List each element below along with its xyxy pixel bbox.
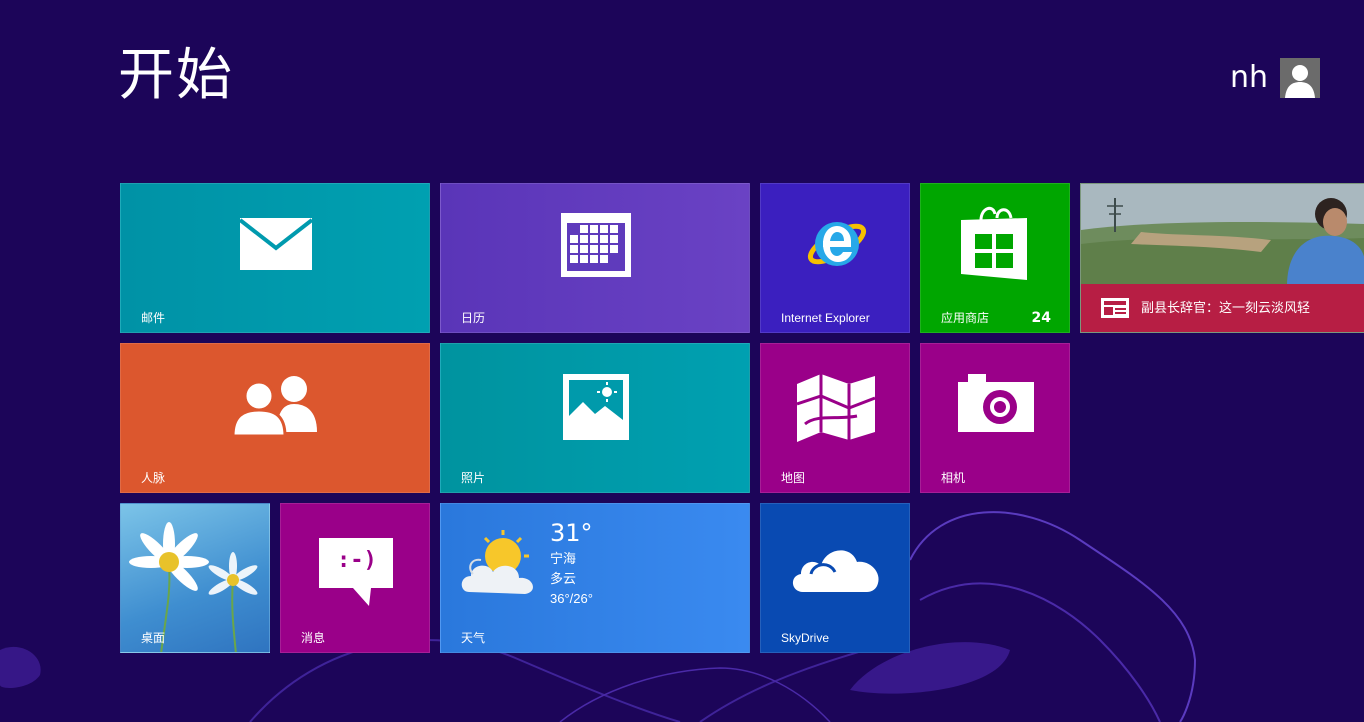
tile-maps[interactable]: 地图 — [760, 343, 910, 493]
messaging-emoticon: :-) — [337, 548, 377, 573]
mail-icon — [240, 218, 312, 270]
news-headline: 副县长辞官：这一刻云淡风轻 — [1141, 301, 1311, 316]
tile-calendar[interactable]: 日历 — [440, 183, 750, 333]
tile-label: SkyDrive — [781, 631, 830, 645]
weather-range: 36°/26° — [550, 591, 593, 606]
tile-news[interactable]: 副县长辞官：这一刻云淡风轻 — [1080, 183, 1364, 333]
tile-label: 天气 — [461, 631, 486, 645]
weather-temperature: 31° — [550, 519, 593, 547]
internet-explorer-icon — [807, 222, 867, 266]
camera-icon — [958, 374, 1034, 432]
weather-condition: 多云 — [550, 571, 577, 586]
page-title: 开始 — [118, 43, 234, 108]
tile-label: 地图 — [781, 471, 806, 485]
user-name: nh — [1229, 60, 1268, 95]
tile-people[interactable]: 人脉 — [120, 343, 430, 493]
people-icon — [233, 376, 317, 436]
store-update-badge: 24 — [1031, 310, 1051, 326]
tile-camera[interactable]: 相机 — [920, 343, 1070, 493]
user-avatar-icon — [1280, 58, 1320, 98]
tile-skydrive[interactable]: SkyDrive — [760, 503, 910, 653]
tile-mail[interactable]: 邮件 — [120, 183, 430, 333]
tile-label: 相机 — [941, 471, 966, 485]
weather-partly-cloudy-icon — [461, 530, 533, 594]
news-icon — [1101, 298, 1129, 318]
tile-label: 照片 — [461, 471, 486, 485]
tile-label: 人脉 — [141, 471, 166, 485]
store-icon — [961, 206, 1027, 280]
tile-weather[interactable]: 31° 宁海 多云 36°/26° 天气 — [440, 503, 750, 653]
calendar-icon — [561, 213, 631, 277]
user-account[interactable]: nh — [1230, 58, 1320, 98]
weather-city: 宁海 — [550, 551, 577, 566]
tile-label: 应用商店 — [941, 311, 990, 325]
tile-desktop[interactable]: 桌面 — [120, 503, 270, 653]
tile-label: 桌面 — [141, 631, 166, 645]
tile-label: 邮件 — [141, 311, 166, 325]
tile-messaging[interactable]: :-) 消息 — [280, 503, 430, 653]
tile-internet-explorer[interactable]: Internet Explorer — [760, 183, 910, 333]
tile-photos[interactable]: 照片 — [440, 343, 750, 493]
tile-store[interactable]: 应用商店 24 — [920, 183, 1070, 333]
tile-label: 日历 — [461, 311, 486, 325]
skydrive-cloud-icon — [792, 550, 879, 592]
tile-label: 消息 — [301, 631, 326, 645]
news-headline-bar: 副县长辞官：这一刻云淡风轻 — [1081, 284, 1364, 332]
map-icon — [797, 374, 875, 442]
news-photo — [1081, 184, 1364, 286]
photos-icon — [563, 374, 629, 440]
tile-label: Internet Explorer — [781, 311, 870, 325]
